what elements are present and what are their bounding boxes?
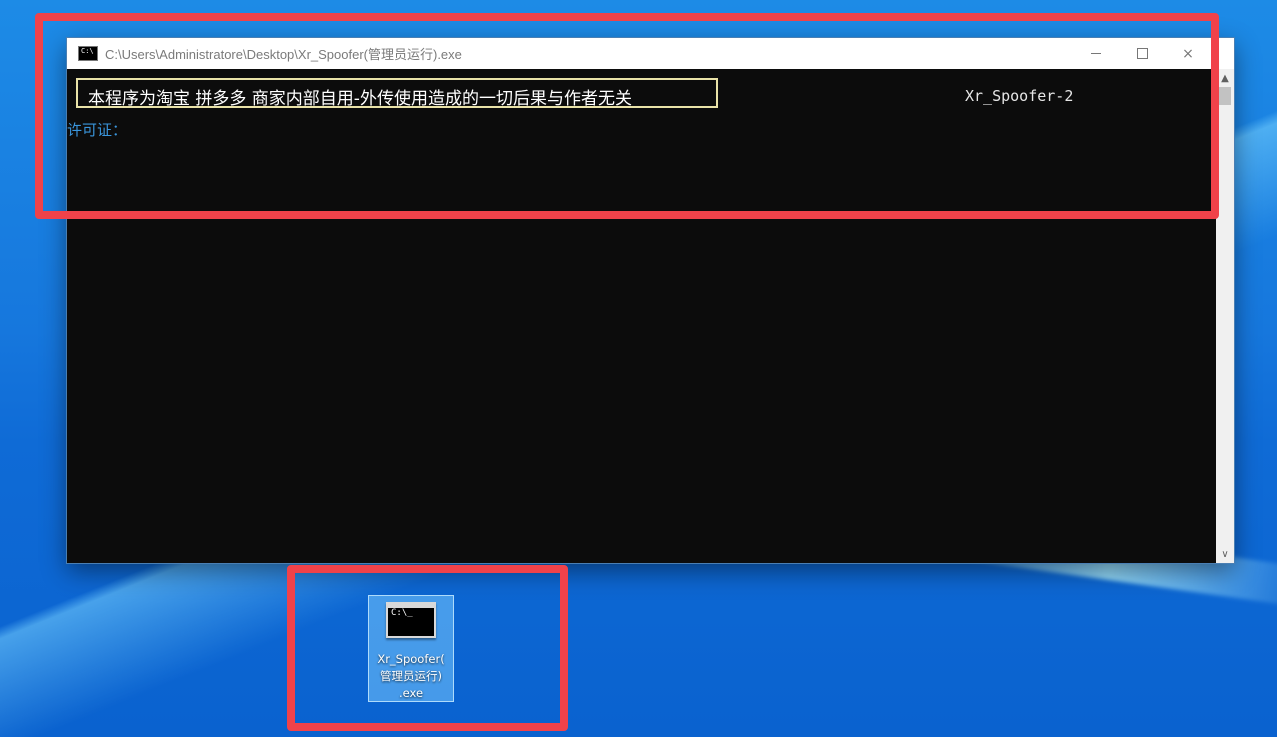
highlight-box-console bbox=[35, 13, 1219, 219]
scroll-down-icon[interactable]: ∨ bbox=[1216, 545, 1234, 563]
scroll-thumb[interactable] bbox=[1219, 87, 1231, 105]
highlight-box-desktop-icon bbox=[287, 565, 568, 731]
